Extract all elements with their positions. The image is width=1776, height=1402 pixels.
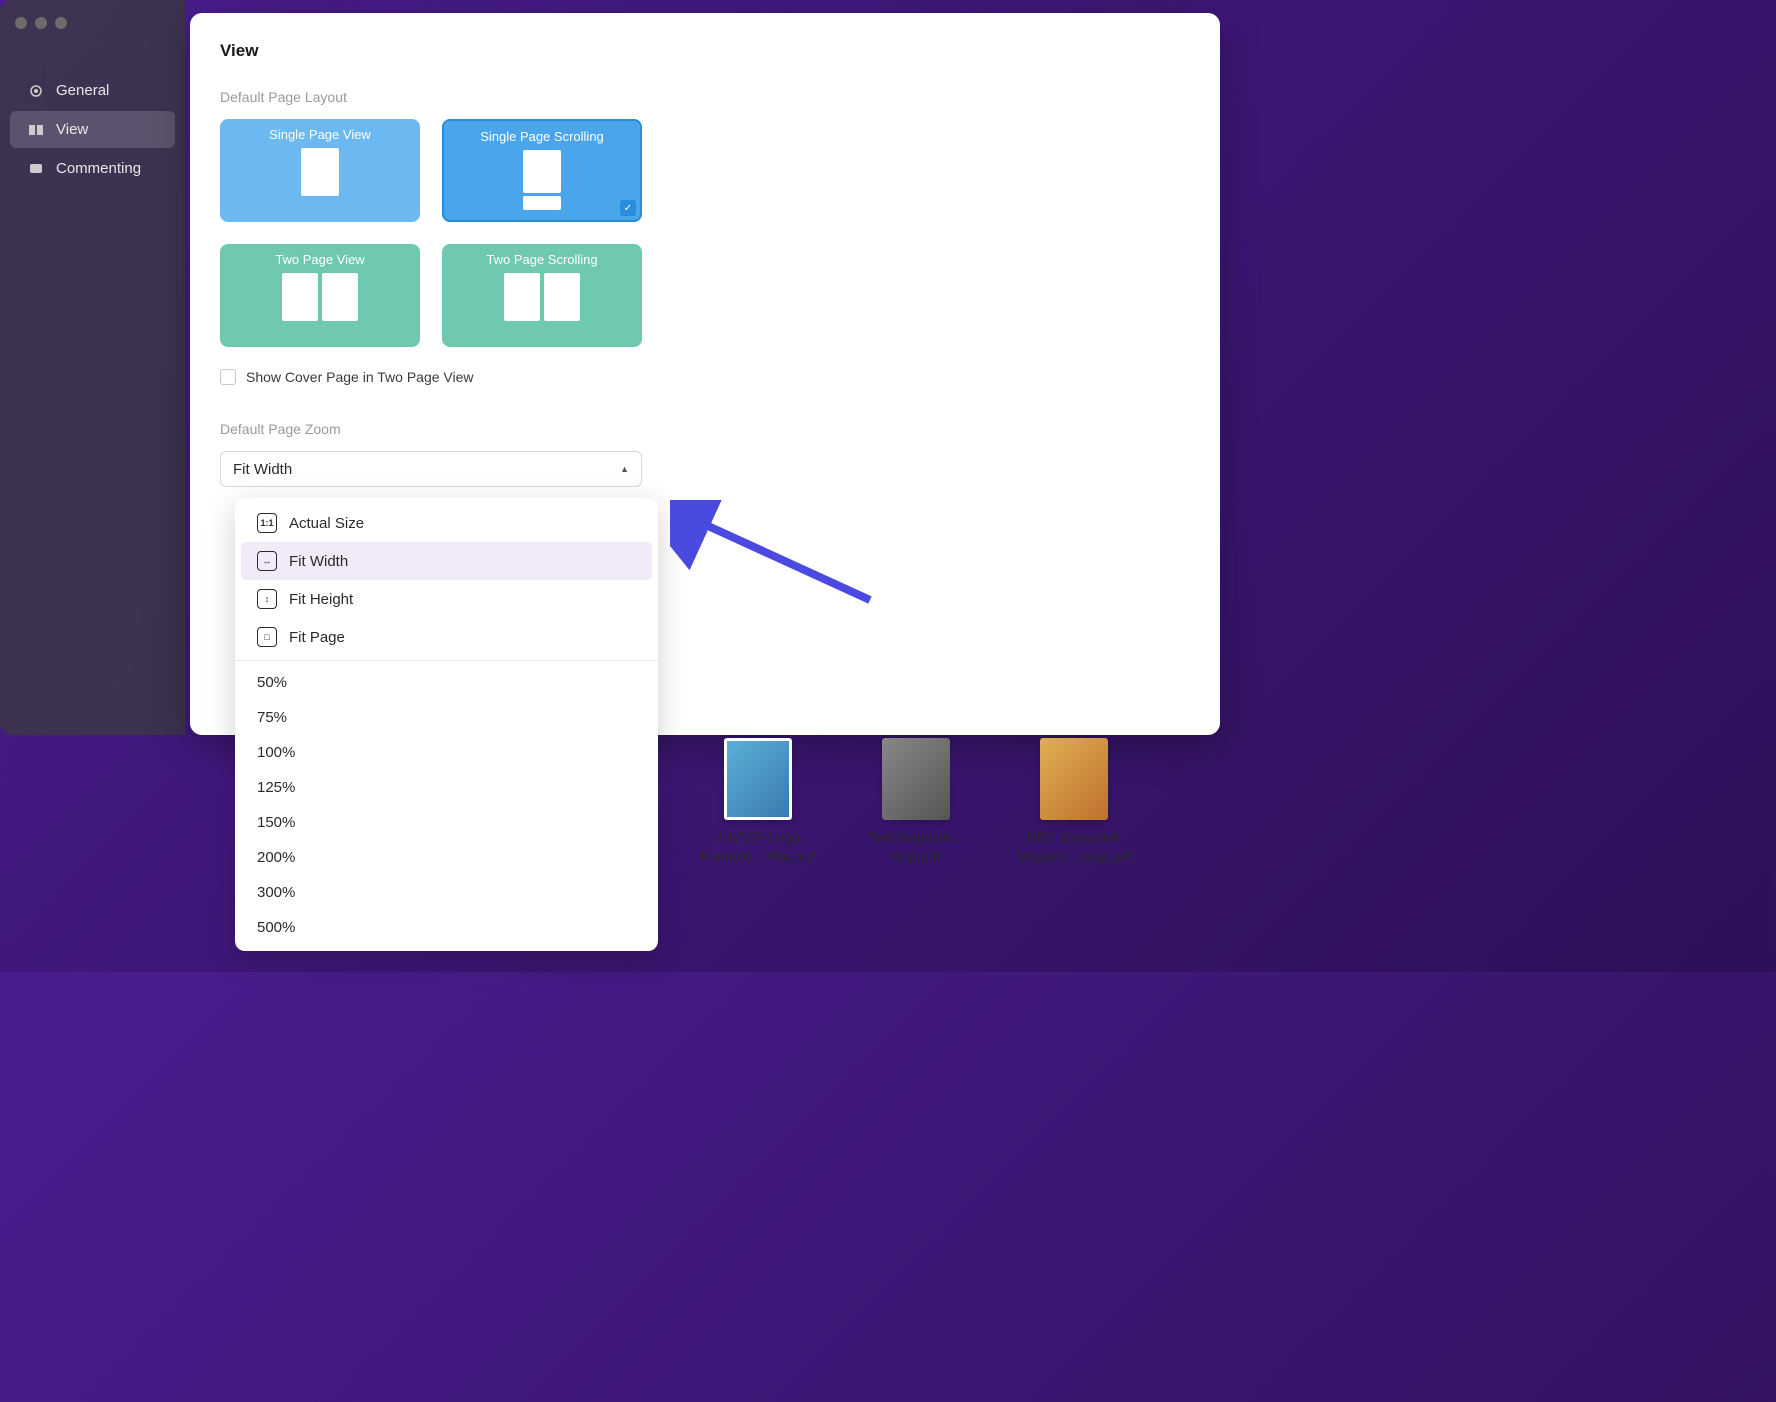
view-icon [28,122,44,138]
dropdown-item-label: 200% [257,849,295,866]
maximize-dot[interactable] [55,17,67,29]
dropdown-item-200[interactable]: 200% [241,840,652,875]
fit-height-icon: ↕ [257,589,277,609]
zoom-section-label: Default Page Zoom [220,421,1190,437]
dropdown-divider [235,660,658,661]
layout-single-page-view[interactable]: Single Page View [220,119,420,222]
layout-preview-icon [504,273,580,321]
layout-preview-icon [282,273,358,321]
dropdown-item-150[interactable]: 150% [241,805,652,840]
dropdown-item-label: Fit Width [289,553,348,570]
dropdown-item-label: Fit Height [289,591,353,608]
file-name: Test Magazin…org).pdf [846,828,986,866]
fit-width-icon: ↔ [257,551,277,571]
layout-two-page-scrolling[interactable]: Two Page Scrolling [442,244,642,347]
file-row: b UNICEF-Lego-Foundat…Play.pdf Test Maga… [630,738,1144,866]
dropdown-item-label: 100% [257,744,295,761]
annotation-arrow-icon [670,500,880,620]
dropdown-item-125[interactable]: 125% [241,770,652,805]
file-name: UNICEF-Lego-Foundat…Play.pdf [688,828,828,866]
dropdown-item-fit-height[interactable]: ↕ Fit Height [241,580,652,618]
sidebar-item-label: Commenting [56,160,141,177]
sidebar-item-commenting[interactable]: Commenting [10,150,175,187]
layout-grid: Single Page View Single Page Scrolling ✓… [220,119,1190,347]
file-item[interactable]: Test Magazin…org).pdf [846,738,986,866]
layout-section-label: Default Page Layout [220,89,1190,105]
zoom-select[interactable]: Fit Width ▲ [220,451,642,487]
sidebar-item-label: View [56,121,88,138]
sidebar-item-view[interactable]: View [10,111,175,148]
close-dot[interactable] [15,17,27,29]
dropdown-item-300[interactable]: 300% [241,875,652,910]
dropdown-item-label: 75% [257,709,287,726]
checkbox-label: Show Cover Page in Two Page View [246,369,474,385]
dropdown-item-label: 125% [257,779,295,796]
cover-page-checkbox-row[interactable]: Show Cover Page in Two Page View [220,369,1190,385]
check-icon: ✓ [620,200,636,216]
zoom-dropdown: 1:1 Actual Size ↔ Fit Width ↕ Fit Height… [235,498,658,951]
comment-icon [28,161,44,177]
file-thumbnail-icon [724,738,792,820]
layout-label: Single Page Scrolling [480,129,604,144]
dropdown-item-50[interactable]: 50% [241,665,652,700]
file-item[interactable]: BBC Easycook Magazin…org).pdf [1004,738,1144,866]
dropdown-item-label: 50% [257,674,287,691]
layout-preview-icon [301,148,339,196]
layout-two-page-view[interactable]: Two Page View [220,244,420,347]
minimize-dot[interactable] [35,17,47,29]
dropdown-item-label: 300% [257,884,295,901]
layout-preview-icon [523,150,561,210]
file-name: BBC Easycook Magazin…org).pdf [1004,828,1144,866]
dropdown-item-label: 150% [257,814,295,831]
panel-title: View [220,41,1190,61]
layout-single-page-scrolling[interactable]: Single Page Scrolling ✓ [442,119,642,222]
dropdown-item-actual-size[interactable]: 1:1 Actual Size [241,504,652,542]
file-thumbnail-icon [1040,738,1108,820]
dropdown-item-100[interactable]: 100% [241,735,652,770]
file-item[interactable]: UNICEF-Lego-Foundat…Play.pdf [688,738,828,866]
file-thumbnail-icon [882,738,950,820]
preferences-sidebar: General View Commenting [0,0,185,735]
checkbox-icon[interactable] [220,369,236,385]
dropdown-item-fit-width[interactable]: ↔ Fit Width [241,542,652,580]
sidebar-item-general[interactable]: General [10,72,175,109]
layout-label: Two Page View [275,252,364,267]
gear-icon [28,83,44,99]
dropdown-item-75[interactable]: 75% [241,700,652,735]
zoom-select-value: Fit Width [233,461,292,478]
fit-page-icon: □ [257,627,277,647]
window-controls [15,17,67,29]
actual-size-icon: 1:1 [257,513,277,533]
dropdown-item-500[interactable]: 500% [241,910,652,945]
sidebar-item-label: General [56,82,109,99]
dropdown-item-label: 500% [257,919,295,936]
chevron-up-icon: ▲ [620,464,629,474]
dropdown-item-fit-page[interactable]: □ Fit Page [241,618,652,656]
dropdown-item-label: Actual Size [289,515,364,532]
layout-label: Single Page View [269,127,371,142]
dropdown-item-label: Fit Page [289,629,345,646]
layout-label: Two Page Scrolling [486,252,597,267]
